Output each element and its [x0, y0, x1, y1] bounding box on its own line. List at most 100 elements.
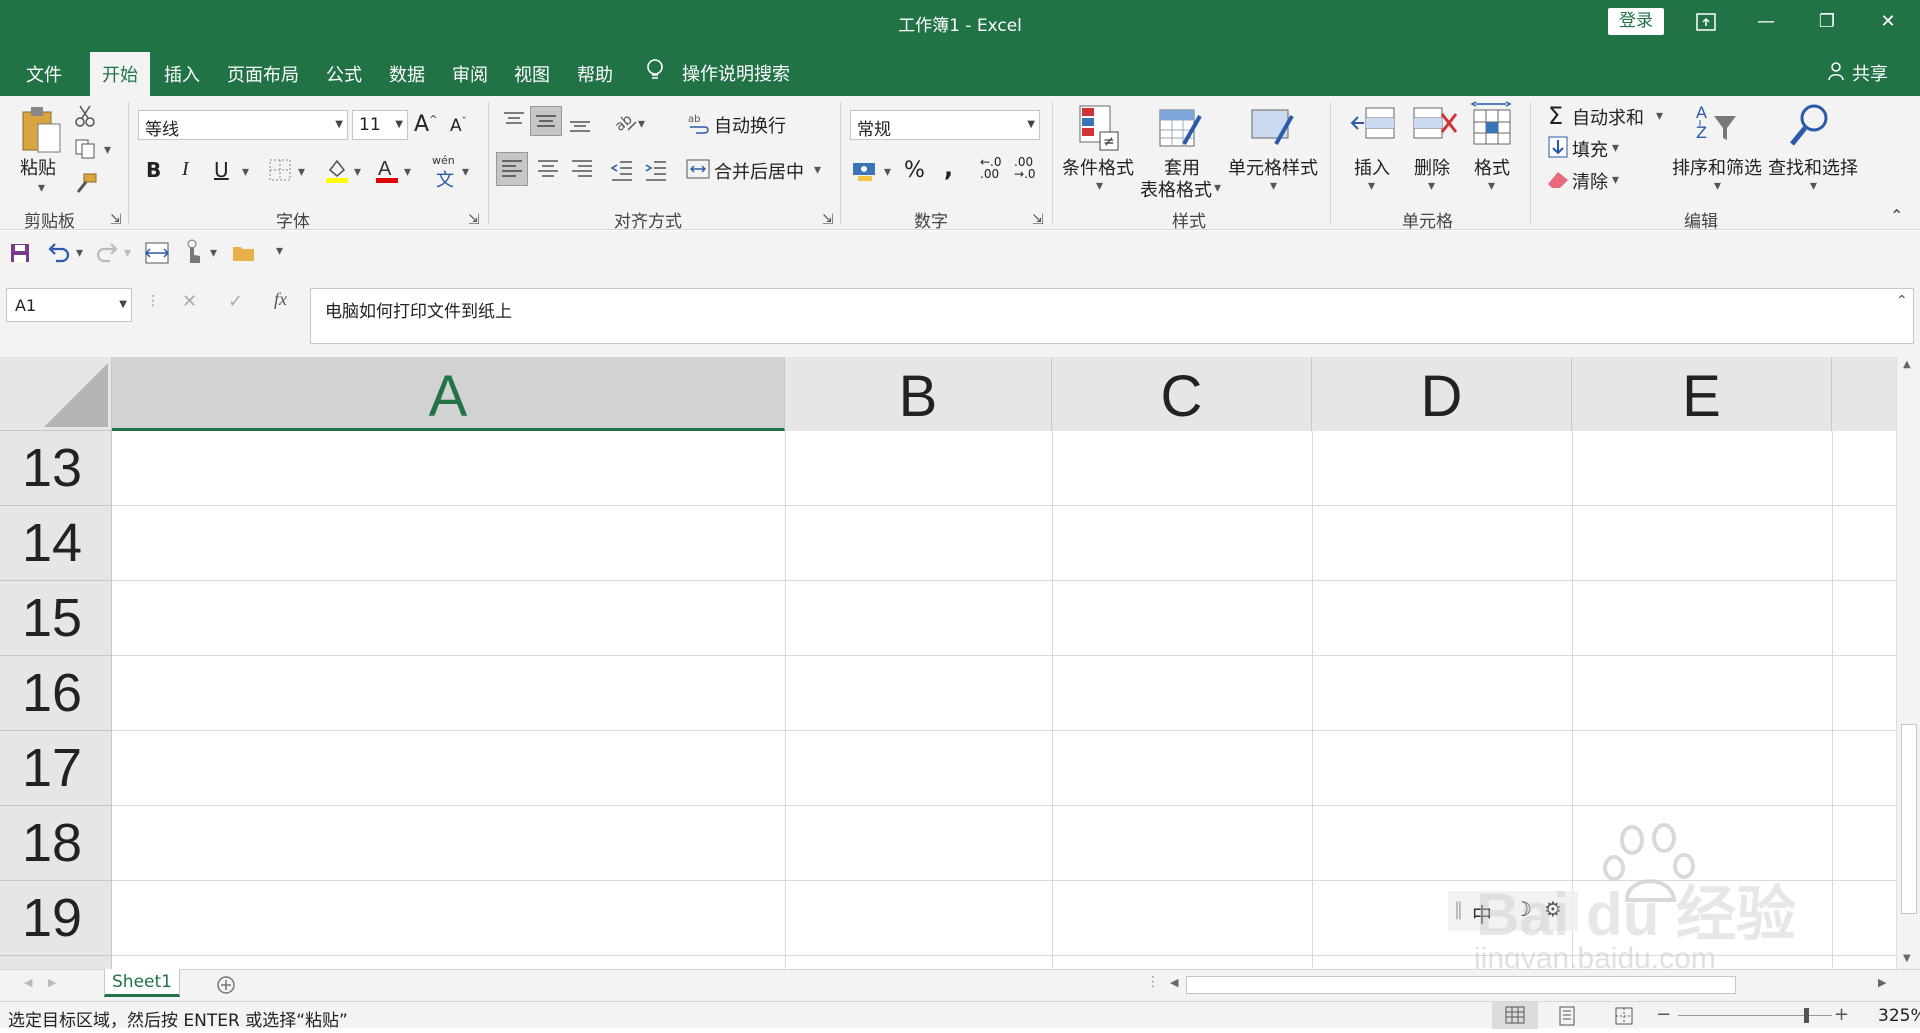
scroll-down-icon[interactable]: ▼ [1903, 953, 1911, 964]
format-painter-icon[interactable] [74, 172, 98, 194]
comma-button[interactable]: , [944, 154, 953, 182]
vertical-scroll-thumb[interactable] [1901, 724, 1917, 914]
row-header-14[interactable]: 14 [0, 506, 112, 581]
row-header-20-partial[interactable] [0, 956, 112, 969]
font-color-icon[interactable]: A [374, 156, 400, 184]
scroll-up-icon[interactable]: ▲ [1903, 359, 1911, 370]
sheet-tab-sheet1[interactable]: Sheet1 [104, 969, 180, 997]
fill-dropdown-icon[interactable]: ▾ [1612, 140, 1619, 156]
format-as-table-dropdown-icon[interactable]: ▾ [1214, 180, 1221, 196]
sort-filter-button[interactable]: 排序和筛选 [1672, 154, 1762, 180]
delete-dropdown-icon[interactable]: ▾ [1428, 178, 1435, 194]
zoom-out-button[interactable]: − [1656, 1004, 1671, 1025]
clipboard-launcher-icon[interactable]: ⇲ [110, 212, 122, 228]
find-dropdown-icon[interactable]: ▾ [1810, 178, 1817, 194]
tab-formulas[interactable]: 公式 [326, 61, 362, 87]
ribbon-display-options-icon[interactable] [1676, 0, 1736, 44]
autosum-button[interactable]: 自动求和 [1572, 104, 1644, 130]
next-sheet-icon[interactable]: ▶ [48, 976, 56, 989]
copy-icon[interactable] [74, 138, 96, 160]
align-right-icon[interactable] [568, 156, 596, 184]
decrease-font-icon[interactable]: Aˇ [450, 116, 467, 136]
zoom-in-button[interactable]: + [1834, 1004, 1849, 1025]
bold-button[interactable]: B [146, 158, 161, 182]
phonetic-guide-icon[interactable]: 文 [436, 166, 454, 192]
font-size-select[interactable]: 11 ▼ [352, 110, 408, 140]
tab-home[interactable]: 开始 [90, 52, 150, 96]
touch-mode-icon[interactable] [182, 239, 204, 265]
redo-dropdown-icon[interactable]: ▾ [124, 245, 131, 261]
wrap-text-icon[interactable]: ab [688, 112, 710, 134]
format-cells-button[interactable]: 格式 [1474, 154, 1510, 180]
format-as-table-icon[interactable] [1158, 104, 1204, 152]
insert-function-button[interactable]: fx [274, 289, 287, 310]
find-select-icon[interactable] [1788, 102, 1834, 150]
cancel-icon[interactable]: ✕ [182, 291, 197, 312]
align-center-icon[interactable] [534, 156, 562, 184]
merge-center-icon[interactable] [686, 158, 710, 180]
sort-dropdown-icon[interactable]: ▾ [1714, 178, 1721, 194]
align-middle-button[interactable] [530, 106, 562, 136]
open-folder-icon[interactable] [232, 243, 256, 263]
format-cells-icon[interactable] [1470, 100, 1514, 150]
accounting-format-icon[interactable] [852, 160, 878, 182]
page-layout-view-icon[interactable] [1558, 1006, 1576, 1026]
paste-icon[interactable] [20, 104, 62, 154]
conditional-formatting-icon[interactable]: ≠ [1078, 104, 1122, 152]
login-button[interactable]: 登录 [1608, 8, 1664, 35]
phonetic-dropdown-icon[interactable]: ▾ [462, 164, 469, 180]
minimize-icon[interactable]: — [1736, 0, 1796, 44]
delete-cells-button[interactable]: 删除 [1414, 154, 1450, 180]
merge-center-button[interactable]: 合并后居中 [714, 158, 804, 184]
column-header-b[interactable]: B [785, 357, 1052, 431]
copy-dropdown-icon[interactable]: ▾ [104, 142, 111, 158]
name-box[interactable]: A1 ▼ [6, 288, 132, 322]
column-header-d[interactable]: D [1312, 357, 1572, 431]
collapse-formula-bar-icon[interactable]: ⌃ [1896, 293, 1908, 309]
tab-file[interactable]: 文件 [26, 61, 62, 87]
autosum-icon[interactable]: Σ [1548, 102, 1563, 130]
undo-icon[interactable] [46, 241, 72, 263]
enter-icon[interactable]: ✓ [228, 291, 243, 312]
redo-icon[interactable] [94, 241, 120, 263]
save-icon[interactable] [10, 243, 30, 263]
page-setup-icon[interactable] [144, 241, 170, 265]
column-header-e[interactable]: E [1572, 357, 1832, 431]
scroll-left-icon[interactable]: ◀ [1170, 976, 1178, 989]
font-launcher-icon[interactable]: ⇲ [468, 212, 480, 228]
clear-button[interactable]: 清除 [1572, 168, 1608, 194]
format-as-table-button[interactable]: 表格格式 [1140, 176, 1212, 202]
conditional-dropdown-icon[interactable]: ▾ [1096, 178, 1103, 194]
decrease-decimal-icon[interactable]: .00 →.0 [1014, 156, 1036, 180]
accounting-dropdown-icon[interactable]: ▾ [884, 164, 891, 180]
row-header-13[interactable]: 13 [0, 431, 112, 506]
underline-dropdown-icon[interactable]: ▾ [242, 164, 249, 180]
orientation-dropdown-icon[interactable]: ▾ [638, 116, 645, 132]
fill-color-dropdown-icon[interactable]: ▾ [354, 164, 361, 180]
share-person-icon[interactable] [1828, 61, 1848, 81]
tab-view[interactable]: 视图 [514, 61, 550, 87]
scroll-right-icon[interactable]: ▶ [1878, 976, 1886, 989]
conditional-formatting-button[interactable]: 条件格式 [1062, 154, 1134, 180]
font-name-select[interactable]: 等线 ▼ [138, 110, 348, 140]
format-dropdown-icon[interactable]: ▾ [1488, 178, 1495, 194]
insert-dropdown-icon[interactable]: ▾ [1368, 178, 1375, 194]
fill-down-icon[interactable] [1548, 136, 1568, 158]
delete-cells-icon[interactable] [1412, 104, 1458, 150]
insert-cells-icon[interactable] [1350, 104, 1396, 150]
touch-dropdown-icon[interactable]: ▾ [210, 245, 217, 261]
borders-icon[interactable] [268, 158, 292, 182]
tab-page-layout[interactable]: 页面布局 [227, 61, 299, 87]
page-break-view-icon[interactable] [1614, 1006, 1634, 1026]
restore-icon[interactable]: ❐ [1797, 0, 1857, 44]
new-sheet-icon[interactable] [216, 975, 236, 995]
clear-dropdown-icon[interactable]: ▾ [1612, 172, 1619, 188]
decrease-indent-icon[interactable] [608, 156, 636, 184]
borders-dropdown-icon[interactable]: ▾ [298, 164, 305, 180]
column-header-a[interactable]: A [112, 357, 785, 431]
undo-dropdown-icon[interactable]: ▾ [76, 245, 83, 261]
tab-data[interactable]: 数据 [389, 61, 425, 87]
tab-help[interactable]: 帮助 [577, 61, 613, 87]
row-header-16[interactable]: 16 [0, 656, 112, 731]
increase-font-icon[interactable]: A^ [414, 112, 437, 137]
